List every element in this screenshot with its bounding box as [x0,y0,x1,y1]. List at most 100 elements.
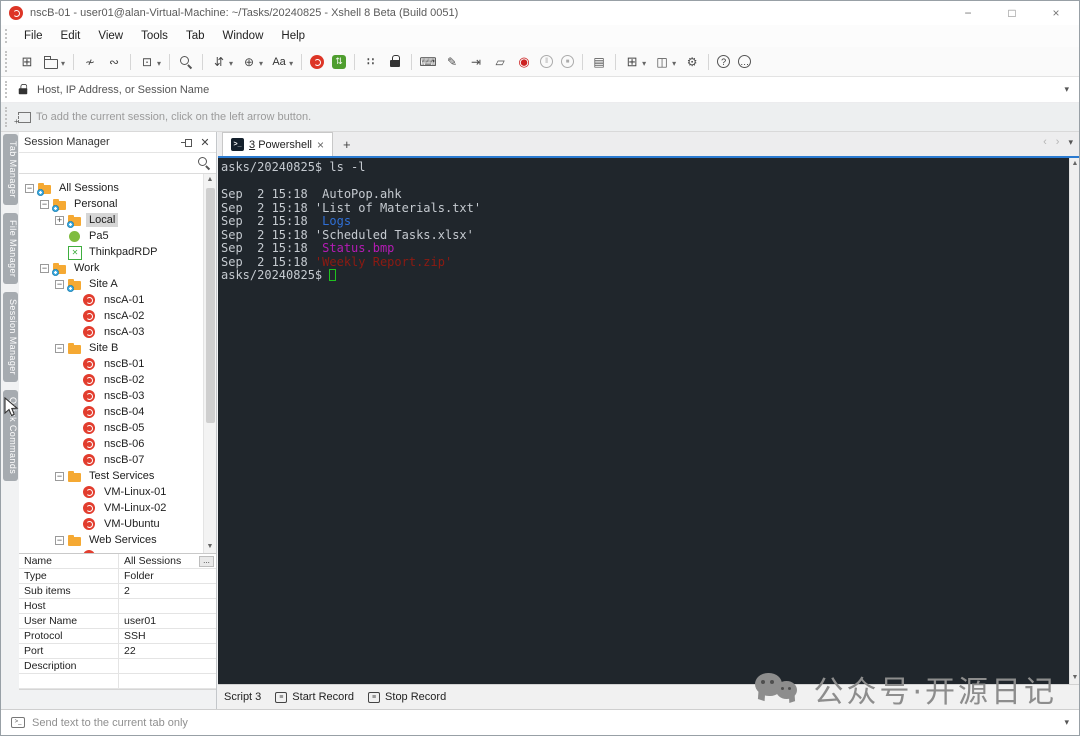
title-bar[interactable]: nscB-01 - user01@alan-Virtual-Machine: ~… [1,1,1079,25]
address-bar[interactable]: Host, IP Address, or Session Name ▾ [1,77,1079,103]
minimize-button[interactable]: − [959,6,977,20]
tree-item-partial[interactable] [19,548,203,553]
tree-item-personal[interactable]: − Personal [19,196,203,212]
scroll-up-icon[interactable]: ▲ [204,174,216,186]
terminal-scrollbar[interactable]: ▲ ▼ [1069,158,1079,684]
side-tab-tab-manager[interactable]: Tab Manager [3,134,18,205]
record-button[interactable]: ◉ [512,50,536,74]
property-value[interactable] [118,599,216,613]
tree-item-vm-linux-01[interactable]: VM-Linux-01 [19,484,203,500]
expander-minus-icon[interactable]: − [55,343,64,353]
menu-file[interactable]: File [15,27,52,45]
session-search-input[interactable] [19,153,216,174]
address-input[interactable]: Host, IP Address, or Session Name [37,84,209,96]
side-tab-session-manager[interactable]: Session Manager [3,292,18,383]
pause-button[interactable]: ‖ [536,50,557,74]
tree-item-nsca-02[interactable]: nscA-02 [19,308,203,324]
xftp-button[interactable]: ⇅ [328,50,350,74]
tree-item-work[interactable]: − Work [19,260,203,276]
scroll-down-icon[interactable]: ▼ [204,541,216,553]
drag-grip[interactable] [5,51,7,72]
tree-item-web-services[interactable]: − Web Services [19,532,203,548]
property-value[interactable]: user01 [118,614,216,628]
scrollbar-thumb[interactable] [206,188,215,423]
session-properties-button[interactable]: ⊡ [135,50,165,74]
property-value[interactable]: All Sessions... [118,554,216,568]
expander-minus-icon[interactable]: − [40,199,49,209]
drag-grip[interactable] [5,81,7,98]
pin-icon[interactable] [181,137,193,147]
log-button[interactable]: ▤ [587,50,611,74]
maximize-button[interactable]: □ [1003,6,1021,20]
about-button[interactable]: … [734,50,755,74]
tree-item-thinkpadrdp[interactable]: ThinkpadRDP [19,244,203,260]
send-bar-caret-icon[interactable]: ▾ [1064,717,1069,728]
tree-item-nscb-04[interactable]: nscB-04 [19,404,203,420]
tree-item-pa5[interactable]: Pa5 [19,228,203,244]
scratchpad-button[interactable]: ▱ [488,50,512,74]
fullscreen-button[interactable]: ∷ [359,50,383,74]
tree-item-vm-linux-02[interactable]: VM-Linux-02 [19,500,203,516]
address-dropdown-caret-icon[interactable]: ▾ [1064,84,1069,95]
scroll-down-icon[interactable]: ▼ [1070,672,1079,684]
close-panel-icon[interactable]: ✕ [199,136,211,149]
layout-button[interactable]: ◫ [650,50,680,74]
keyboard-button[interactable]: ⌨ [416,50,440,74]
property-value[interactable]: 2 [118,584,216,598]
tree-scrollbar[interactable]: ▲ ▼ [203,174,216,553]
tree-item-nsca-01[interactable]: nscA-01 [19,292,203,308]
search-button[interactable] [174,50,198,74]
expander-plus-icon[interactable]: + [55,215,64,225]
font-button[interactable]: Aa [267,50,297,74]
menu-tools[interactable]: Tools [132,27,177,45]
transfer-button[interactable]: ⇵ [207,50,237,74]
new-tab-button[interactable]: ⊞ [620,50,650,74]
tree-item-nscb-02[interactable]: nscB-02 [19,372,203,388]
expander-minus-icon[interactable]: − [55,279,64,289]
tree-item-nscb-07[interactable]: nscB-07 [19,452,203,468]
menu-edit[interactable]: Edit [52,27,90,45]
close-tab-icon[interactable] [317,138,324,152]
start-record-button[interactable]: Start Record [275,691,354,703]
help-button[interactable]: ? [713,50,734,74]
expander-minus-icon[interactable]: − [55,471,64,481]
new-tab-button[interactable] [343,137,351,152]
expander-minus-icon[interactable]: − [25,183,34,193]
property-value[interactable]: Folder [118,569,216,583]
tree-item-local[interactable]: + Local [19,212,203,228]
encoding-button[interactable]: ⊕ [237,50,267,74]
tree-item-nscb-06[interactable]: nscB-06 [19,436,203,452]
new-session-button[interactable]: ⊞ [15,50,39,74]
tree-item-nsca-03[interactable]: nscA-03 [19,324,203,340]
tree-item-nscb-01[interactable]: nscB-01 [19,356,203,372]
expander-minus-icon[interactable]: − [40,263,49,273]
menu-window[interactable]: Window [213,27,272,45]
menu-tab[interactable]: Tab [177,27,214,45]
tree-item-nscb-03[interactable]: nscB-03 [19,388,203,404]
stop-record-button[interactable]: Stop Record [368,691,446,703]
lock-button[interactable] [383,50,407,74]
close-button[interactable]: × [1047,6,1065,20]
tab-scroll-right-icon[interactable] [1056,136,1060,148]
xshell-button[interactable] [306,50,328,74]
tab-scroll-left-icon[interactable] [1043,136,1047,148]
ellipsis-button[interactable]: ... [199,555,214,567]
property-value[interactable]: 22 [118,644,216,658]
send-input-button[interactable]: ⇥ [464,50,488,74]
property-value[interactable] [118,659,216,673]
tree-item-vm-ubuntu[interactable]: VM-Ubuntu [19,516,203,532]
tree-item-site-b[interactable]: − Site B [19,340,203,356]
terminal-screen[interactable]: asks/20240825$ ls -l Sep 2 15:18 AutoPop… [218,158,1069,684]
drag-grip[interactable] [5,29,7,43]
send-text-bar[interactable]: Send text to the current tab only ▾ [1,709,1079,735]
expander-minus-icon[interactable]: − [55,535,64,545]
side-tab-file-manager[interactable]: File Manager [3,212,18,285]
menu-help[interactable]: Help [272,27,314,45]
stop-button[interactable]: ■ [557,50,578,74]
scroll-up-icon[interactable]: ▲ [1070,158,1079,170]
property-value[interactable] [118,674,216,688]
property-value[interactable]: SSH [118,629,216,643]
reconnect-button[interactable]: ∾ [102,50,126,74]
menu-view[interactable]: View [89,27,132,45]
compose-button[interactable]: ✎ [440,50,464,74]
